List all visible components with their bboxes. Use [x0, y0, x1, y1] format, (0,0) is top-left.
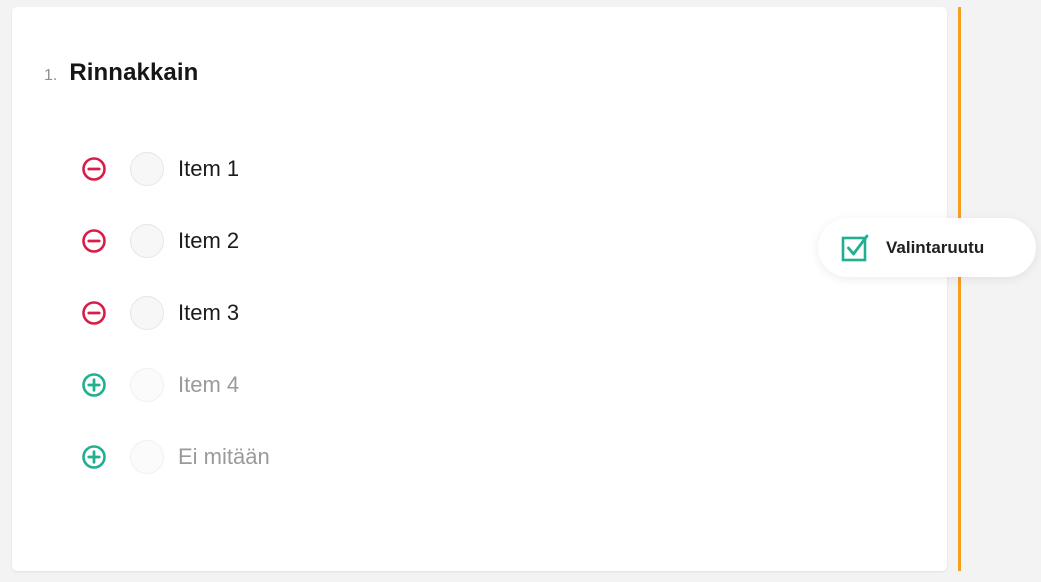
- remove-item-button[interactable]: [80, 227, 108, 255]
- add-item-button[interactable]: [80, 443, 108, 471]
- list-item: Item 3: [80, 277, 270, 349]
- item-label: Ei mitään: [178, 444, 270, 469]
- question-number: 1.: [44, 67, 58, 84]
- remove-item-button[interactable]: [80, 299, 108, 327]
- list-item: Item 4: [80, 349, 270, 421]
- active-question-indicator: [958, 7, 961, 571]
- list-item: Item 2: [80, 205, 270, 277]
- question-type-label: Valintaruutu: [886, 237, 985, 257]
- item-label: Item 4: [178, 372, 240, 397]
- plus-circle-icon: [82, 445, 106, 469]
- list-item: Item 1: [80, 133, 270, 205]
- list-item: Ei mitään: [80, 421, 270, 493]
- item-label: Item 2: [178, 228, 240, 253]
- minus-circle-icon: [82, 157, 106, 181]
- question-card: 1. Rinnakkain Item 1 Item 2 Item 3 Item …: [12, 7, 947, 571]
- item-list: Item 1 Item 2 Item 3 Item 4 Ei mitään: [80, 133, 270, 493]
- remove-item-button[interactable]: [80, 155, 108, 183]
- plus-circle-icon: [82, 373, 106, 397]
- minus-circle-icon: [82, 229, 106, 253]
- item-radio[interactable]: [130, 224, 164, 258]
- question-title: Rinnakkain: [69, 59, 199, 86]
- item-label: Item 1: [178, 156, 240, 181]
- add-item-button[interactable]: [80, 371, 108, 399]
- question-type-button[interactable]: Valintaruutu: [818, 218, 1036, 277]
- question-header: 1. Rinnakkain: [44, 59, 198, 87]
- item-radio[interactable]: [130, 368, 164, 402]
- item-radio[interactable]: [130, 296, 164, 330]
- item-label: Item 3: [178, 300, 240, 325]
- item-radio[interactable]: [130, 152, 164, 186]
- checkbox-checked-icon: [840, 233, 870, 263]
- minus-circle-icon: [82, 301, 106, 325]
- item-radio[interactable]: [130, 440, 164, 474]
